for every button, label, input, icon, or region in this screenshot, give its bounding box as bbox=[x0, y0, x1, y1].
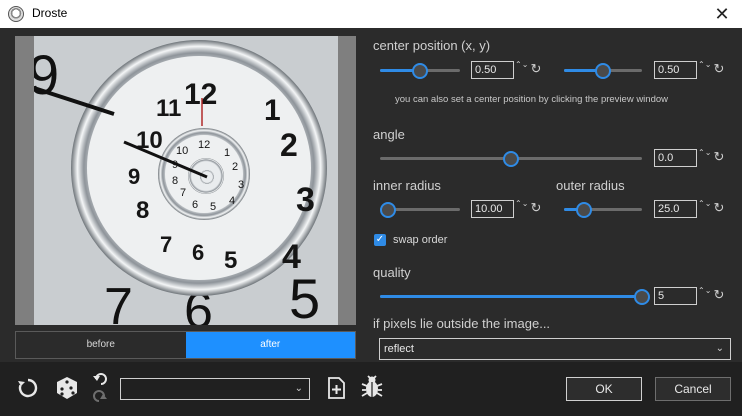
spin-arrows-icon[interactable]: ⌃⌄ bbox=[698, 287, 711, 305]
numeral-1: 1 bbox=[264, 94, 281, 127]
svg-text:2: 2 bbox=[232, 161, 238, 173]
chevron-down-icon: ⌄ bbox=[294, 383, 303, 394]
reset-icon[interactable]: ↻ bbox=[529, 61, 543, 77]
svg-text:1: 1 bbox=[224, 147, 230, 159]
quality-slider[interactable] bbox=[380, 289, 650, 305]
inner-radius-slider[interactable] bbox=[380, 202, 460, 218]
numeral-2: 2 bbox=[280, 127, 298, 163]
preview-image[interactable]: 5 9 7 6 12 1 2 3 4 5 6 7 8 9 10 11 12 1 … bbox=[34, 36, 338, 325]
swap-order-checkbox[interactable]: ✓ bbox=[374, 234, 386, 246]
cancel-button[interactable]: Cancel bbox=[655, 377, 731, 401]
outside-mode-value: reflect bbox=[384, 343, 414, 355]
center-position-label: center position (x, y) bbox=[373, 38, 491, 53]
angle-slider[interactable] bbox=[380, 151, 642, 167]
reset-all-icon[interactable] bbox=[16, 376, 40, 400]
before-after-toggle: before after bbox=[15, 331, 356, 359]
inner-radius-value[interactable]: 10.00 bbox=[471, 200, 514, 218]
center-x-slider[interactable] bbox=[380, 63, 460, 79]
center-position-hint: you can also set a center position by cl… bbox=[395, 94, 669, 105]
numeral-12: 12 bbox=[184, 78, 217, 111]
spin-arrows-icon[interactable]: ⌃⌄ bbox=[515, 200, 528, 218]
redo-icon[interactable] bbox=[92, 389, 108, 405]
inner-radius-label: inner radius bbox=[373, 178, 441, 193]
svg-text:5: 5 bbox=[210, 201, 216, 213]
slider-thumb bbox=[380, 202, 396, 218]
reset-icon[interactable]: ↻ bbox=[712, 287, 726, 303]
angle-value[interactable]: 0.0 bbox=[654, 149, 697, 167]
numeral-6: 6 bbox=[192, 240, 204, 265]
spin-arrows-icon[interactable]: ⌃⌄ bbox=[698, 149, 711, 167]
svg-text:3: 3 bbox=[238, 179, 244, 191]
angle-label: angle bbox=[373, 127, 405, 142]
outside-mode-select[interactable]: reflect ⌄ bbox=[379, 338, 731, 360]
bottom-toolbar: ⌄ OK Cancel bbox=[0, 362, 742, 416]
window-title: Droste bbox=[32, 6, 68, 20]
spin-arrows-icon[interactable]: ⌃⌄ bbox=[515, 61, 528, 79]
svg-text:4: 4 bbox=[229, 195, 235, 207]
title-bar: Droste ✕ bbox=[0, 0, 742, 28]
numeral-9: 9 bbox=[128, 164, 140, 189]
reset-icon[interactable]: ↻ bbox=[529, 200, 543, 216]
reset-icon[interactable]: ↻ bbox=[712, 61, 726, 77]
numeral-4: 4 bbox=[282, 238, 301, 276]
svg-text:7: 7 bbox=[180, 187, 186, 199]
dialog-body: 5 9 7 6 12 1 2 3 4 5 6 7 8 9 10 11 12 1 … bbox=[0, 28, 742, 416]
bug-report-icon[interactable] bbox=[360, 374, 384, 400]
before-tab[interactable]: before bbox=[16, 332, 186, 358]
droste-clock-image: 5 9 7 6 12 1 2 3 4 5 6 7 8 9 10 11 1212 … bbox=[34, 36, 338, 325]
slider-thumb bbox=[595, 63, 611, 79]
undo-icon[interactable] bbox=[92, 370, 108, 386]
numeral-7: 7 bbox=[160, 232, 172, 257]
numeral-5: 5 bbox=[224, 247, 237, 274]
quality-label: quality bbox=[373, 265, 411, 280]
add-preset-icon[interactable] bbox=[326, 376, 346, 400]
svg-text:7: 7 bbox=[104, 278, 133, 325]
close-button[interactable]: ✕ bbox=[710, 2, 734, 26]
numeral-11: 11 bbox=[156, 95, 181, 122]
after-tab[interactable]: after bbox=[185, 332, 355, 358]
center-x-value[interactable]: 0.50 bbox=[471, 61, 514, 79]
svg-text:12: 12 bbox=[198, 139, 210, 151]
svg-text:6: 6 bbox=[192, 199, 198, 211]
slider-thumb bbox=[503, 151, 519, 167]
chevron-down-icon: ⌄ bbox=[715, 343, 724, 354]
reset-icon[interactable]: ↻ bbox=[712, 149, 726, 165]
svg-text:10: 10 bbox=[176, 145, 188, 157]
reset-icon[interactable]: ↻ bbox=[712, 200, 726, 216]
preview-window[interactable]: 5 9 7 6 12 1 2 3 4 5 6 7 8 9 10 11 12 1 … bbox=[15, 36, 356, 325]
outer-radius-label: outer radius bbox=[556, 178, 625, 193]
outside-pixels-label: if pixels lie outside the image... bbox=[373, 316, 551, 331]
outer-radius-value[interactable]: 25.0 bbox=[654, 200, 697, 218]
spin-arrows-icon[interactable]: ⌃⌄ bbox=[698, 200, 711, 218]
svg-text:8: 8 bbox=[172, 175, 178, 187]
droste-app-icon bbox=[8, 6, 24, 22]
center-y-value[interactable]: 0.50 bbox=[654, 61, 697, 79]
ok-button[interactable]: OK bbox=[566, 377, 642, 401]
swap-order-label[interactable]: swap order bbox=[393, 234, 447, 246]
randomize-dice-icon[interactable] bbox=[54, 375, 80, 401]
numeral-8: 8 bbox=[136, 197, 149, 224]
preset-select[interactable]: ⌄ bbox=[120, 378, 310, 400]
spin-arrows-icon[interactable]: ⌃⌄ bbox=[698, 61, 711, 79]
slider-thumb bbox=[412, 63, 428, 79]
center-y-slider[interactable] bbox=[564, 63, 642, 79]
quality-value[interactable]: 5 bbox=[654, 287, 697, 305]
slider-thumb bbox=[575, 202, 592, 218]
outer-radius-slider[interactable] bbox=[564, 202, 642, 218]
slider-thumb bbox=[634, 289, 650, 305]
numeral-3: 3 bbox=[296, 181, 315, 219]
